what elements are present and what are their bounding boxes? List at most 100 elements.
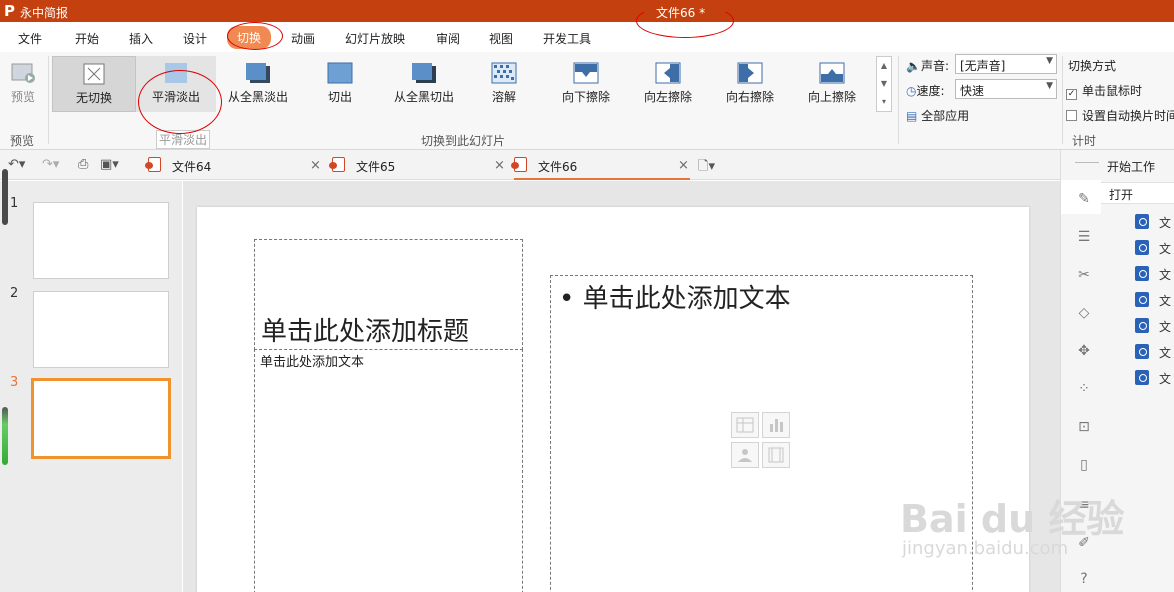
new-tab-icon[interactable]: 🗋▾ (698, 157, 715, 179)
wipe-up-icon (819, 62, 845, 84)
slide-thumbnail[interactable] (33, 202, 169, 279)
apply-all-icon: ▤ (906, 109, 918, 123)
clover-icon[interactable]: ✥ (1075, 342, 1093, 360)
transition-wipe-up[interactable]: 向上擦除 (804, 56, 860, 112)
doc-tab[interactable]: 文件64 × (145, 154, 321, 180)
tools-icon[interactable]: ✂ (1075, 266, 1093, 284)
transition-fade-through-black[interactable]: 从全黑淡出 (220, 56, 296, 112)
wipe-down-icon (573, 62, 599, 84)
title-bar: P 永中简报 文件66 * (0, 0, 1174, 22)
recent-file[interactable]: 文 (1159, 240, 1171, 257)
baidu-watermark: Bai du 经验 (900, 497, 1125, 541)
slide-number: 1 (10, 196, 19, 211)
wipe-left-icon (655, 62, 681, 84)
app-logo-icon: P (4, 2, 15, 20)
redo-icon[interactable]: ↷▾ (42, 157, 59, 172)
clipboard-icon[interactable]: ▯ (1075, 456, 1093, 474)
undo-icon[interactable]: ↶▾ (8, 157, 25, 172)
menu-view[interactable]: 视图 (489, 30, 513, 47)
on-click-checkbox[interactable]: ✓ 单击鼠标时 (1066, 82, 1142, 100)
document-icon (1135, 266, 1149, 281)
insert-video-icon[interactable] (762, 442, 790, 468)
timing-group-label: 计时 (1072, 134, 1097, 148)
recent-file[interactable]: 文 (1159, 214, 1171, 231)
transition-group-label: 切换到此幻灯片 (421, 134, 506, 148)
transition-dissolve[interactable]: 溶解 (478, 56, 530, 112)
transition-cut[interactable]: 切出 (308, 56, 372, 112)
document-icon (1135, 240, 1149, 255)
recent-file[interactable]: 文 (1159, 292, 1171, 309)
checkbox-checked-icon: ✓ (1066, 89, 1077, 100)
transition-none[interactable]: 无切换 (52, 56, 136, 112)
advance-title: 切换方式 (1068, 59, 1117, 73)
preview-group-label: 预览 (10, 134, 35, 148)
presentation-file-icon (329, 157, 345, 172)
close-icon[interactable]: × (310, 158, 321, 173)
presentation-file-icon (511, 157, 527, 172)
app-name: 永中简报 (20, 6, 69, 20)
document-icon (1135, 318, 1149, 333)
transition-wipe-left[interactable]: 向左擦除 (640, 56, 696, 112)
doc-tab[interactable]: 文件65 × (329, 154, 505, 180)
open-section: 打开 (1101, 182, 1174, 204)
pen-icon[interactable]: ✎ (1075, 190, 1093, 208)
sound-label: 🔈声音: (906, 59, 949, 73)
pane-indicator (2, 169, 8, 225)
open-label[interactable]: 打开 (1109, 186, 1133, 203)
recent-file[interactable]: 文 (1159, 318, 1171, 335)
crop-icon[interactable]: ⊡ (1075, 418, 1093, 436)
divider (48, 56, 49, 144)
print-preview-icon[interactable]: ⎙ (78, 157, 88, 172)
insert-picture-icon[interactable] (731, 442, 759, 468)
slide-thumbnail-current[interactable] (31, 378, 171, 459)
document-tab-bar: ↶▾ ↷▾ ⎙ ▣▾ 文件64 × 文件65 × 文件66 × 🗋▾ (0, 150, 1060, 180)
recent-file[interactable]: 文 (1159, 370, 1171, 387)
menu-animation[interactable]: 动画 (291, 30, 315, 47)
transition-wipe-down[interactable]: 向下擦除 (558, 56, 614, 112)
speaker-icon: 🔈 (906, 59, 921, 73)
grid-icon[interactable]: ⁘ (1075, 380, 1093, 398)
start-work-label: 开始工作 (1107, 160, 1156, 174)
menu-design[interactable]: 设计 (183, 30, 207, 47)
doc-tab-active[interactable]: 文件66 × (511, 154, 690, 180)
slide-thumbnail[interactable] (33, 291, 169, 368)
gallery-scroll[interactable]: ▲ ▼ ▾ (876, 56, 892, 112)
divider (898, 56, 899, 144)
annotation-circle (636, 4, 734, 38)
menu-developer[interactable]: 开发工具 (543, 30, 591, 47)
help-icon[interactable]: ? (1075, 570, 1093, 588)
recent-file[interactable]: 文 (1159, 344, 1171, 361)
clock-icon: ◷ (906, 84, 917, 98)
menu-home[interactable]: 开始 (75, 30, 99, 47)
document-icon (1135, 344, 1149, 359)
baidu-watermark-url: jingyan.baidu.com (902, 538, 1069, 559)
close-icon[interactable]: × (494, 158, 505, 173)
cut-icon (327, 62, 353, 84)
brush-icon[interactable]: ◇ (1075, 304, 1093, 322)
document-icon (1135, 370, 1149, 385)
settings-sliders-icon[interactable]: ☰ (1075, 228, 1093, 246)
recent-file[interactable]: 文 (1159, 266, 1171, 283)
menu-review[interactable]: 审阅 (436, 30, 460, 47)
title-placeholder[interactable]: 单击此处添加标题 (254, 239, 523, 350)
checkbox-icon (1066, 110, 1077, 121)
subtitle-placeholder[interactable]: 单击此处添加文本 (254, 349, 523, 592)
close-icon[interactable]: × (678, 158, 689, 173)
menu-file[interactable]: 文件 (18, 30, 42, 47)
transition-wipe-right[interactable]: 向右擦除 (722, 56, 778, 112)
auto-advance-checkbox[interactable]: 设置自动换片时间 (1066, 107, 1174, 124)
transition-cut-through-black[interactable]: 从全黑切出 (386, 56, 462, 112)
sound-select[interactable]: [无声音] ▼ (955, 54, 1057, 74)
annotation-circle (138, 70, 222, 134)
insert-chart-icon[interactable] (762, 412, 790, 438)
menu-insert[interactable]: 插入 (129, 30, 153, 47)
menu-slideshow[interactable]: 幻灯片放映 (345, 30, 405, 47)
apply-all-button[interactable]: ▤ 全部应用 (906, 107, 969, 124)
insert-table-icon[interactable] (731, 412, 759, 438)
speed-select[interactable]: 快速 ▼ (955, 79, 1057, 99)
preview-button[interactable]: 预览 (4, 56, 42, 112)
cut-black-icon (412, 63, 436, 83)
dissolve-icon (491, 62, 517, 84)
save-icon[interactable]: ▣▾ (100, 157, 119, 172)
fade-black-icon (246, 63, 270, 83)
